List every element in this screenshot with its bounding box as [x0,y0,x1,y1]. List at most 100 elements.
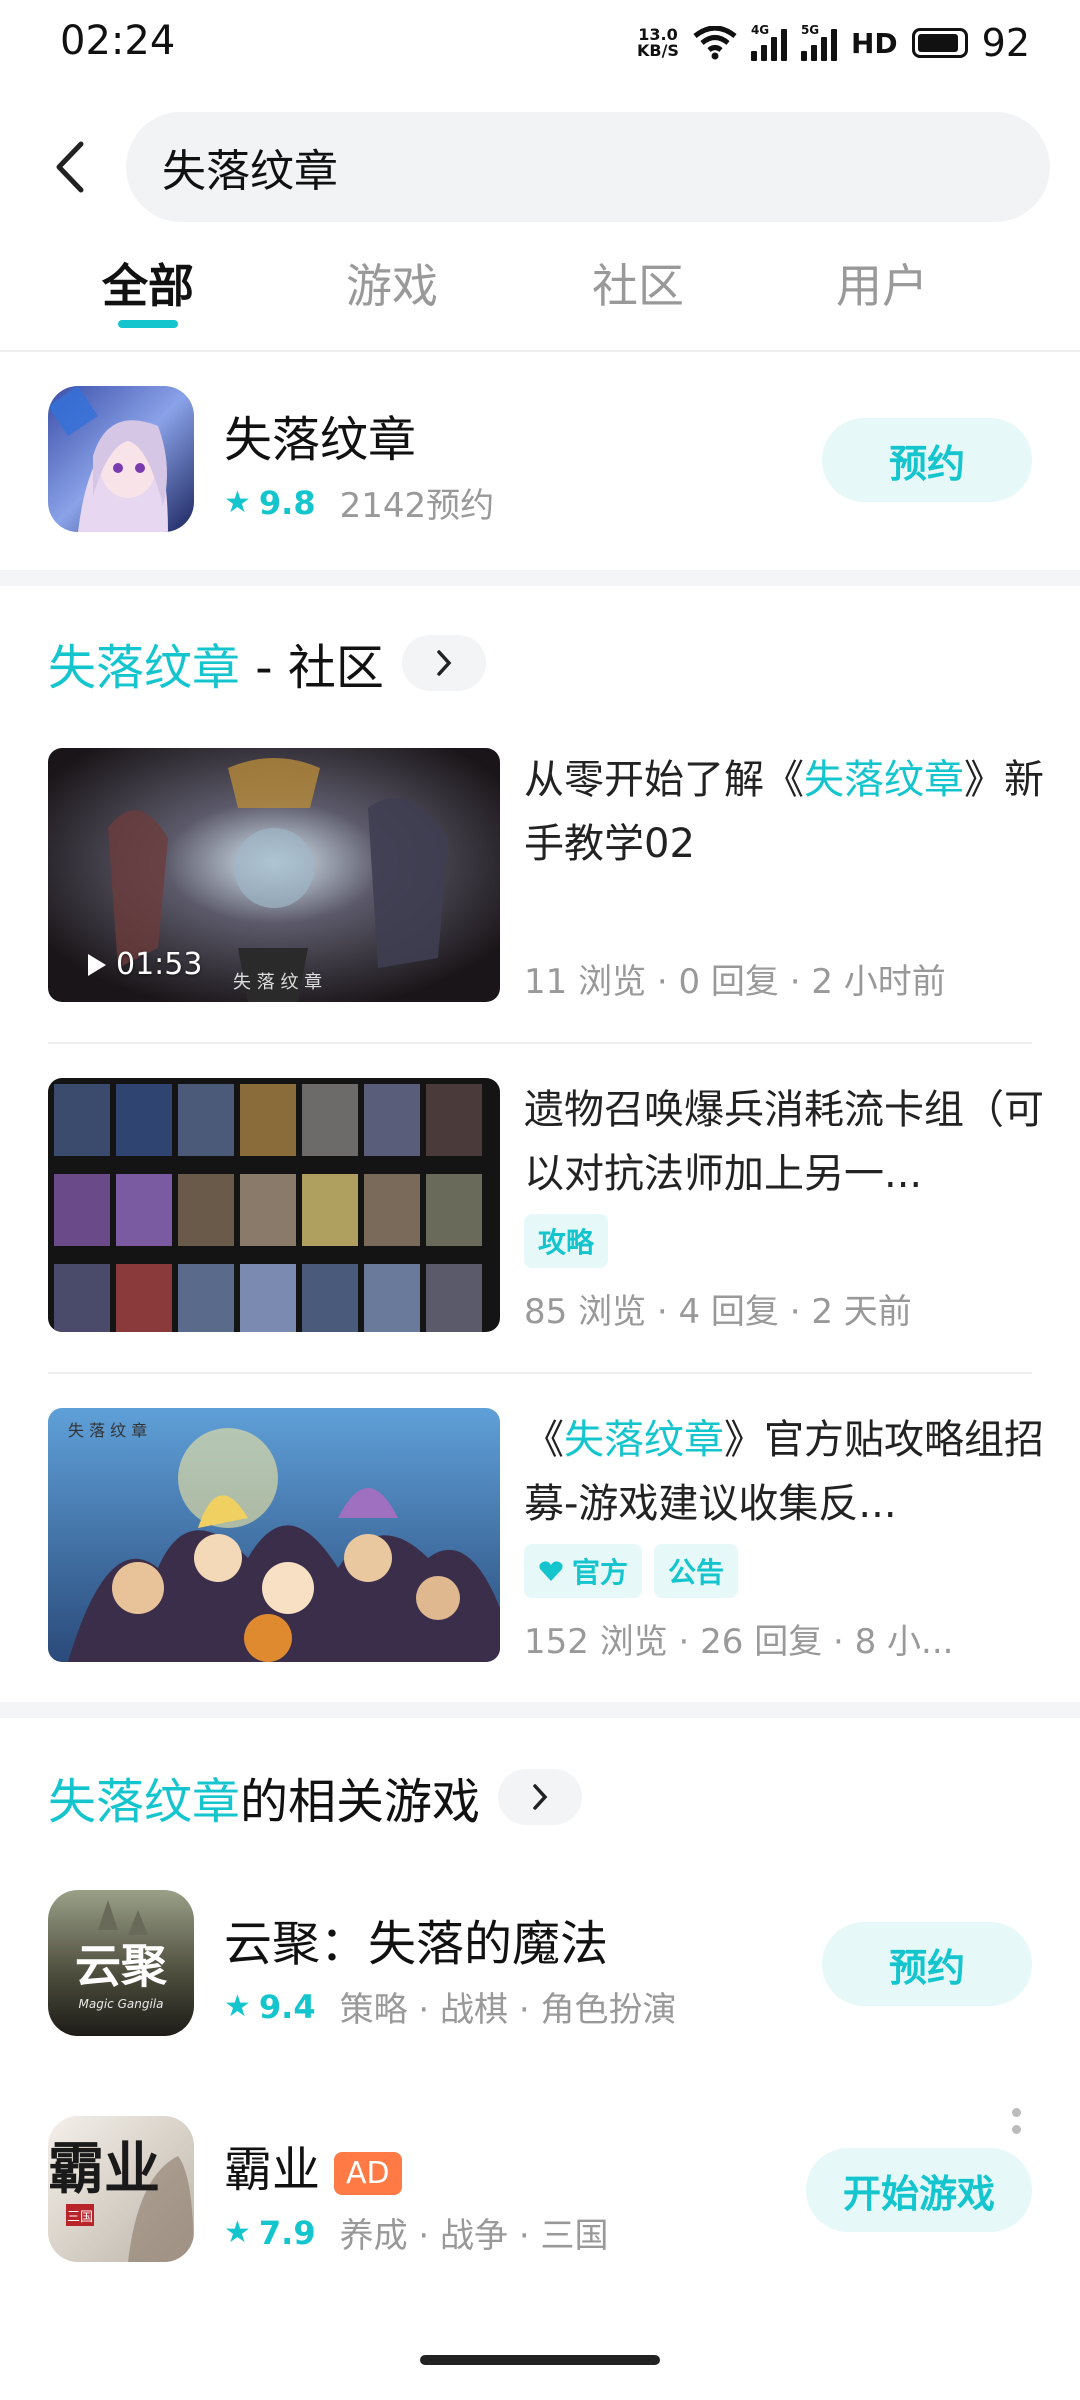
game-rating: 7.9 [258,2213,316,2252]
heart-icon [539,1561,563,1581]
tag-announcement: 公告 [654,1544,739,1598]
app-rating: 9.8 [258,483,316,522]
app-reservations: 2142预约 [339,486,495,526]
signal-icon-sim2: 5G [800,23,837,61]
related-more-button[interactable] [498,1769,583,1825]
star-icon: ★ [224,2215,251,2250]
related-section-title[interactable]: 失落纹章 的相关游戏 [48,1762,583,1832]
play-icon [88,953,106,976]
network-speed-unit: KB/S [636,41,679,60]
related-title-rest: 的相关游戏 [240,1774,481,1830]
tag-official: 官方 [524,1544,643,1598]
star-icon: ★ [224,485,251,520]
status-icons: 13.0 KB/S 4G 5G HD 92 [637,18,1030,68]
related-title-highlight: 失落纹章 [48,1774,241,1830]
reserve-button[interactable]: 预约 [822,1922,1032,2006]
ad-badge: AD [334,2151,402,2195]
tab-users[interactable]: 用户 [802,250,962,316]
game-genres: 策略 · 战棋 · 角色扮演 [339,1990,677,2030]
post-title[interactable]: 从零开始了解《失落纹章》新手教学02 [524,748,1074,876]
game-icon-text: 云聚 [75,1939,168,1993]
game-name: 霸业 AD [224,2130,402,2200]
post-thumbnail[interactable]: 失 落 纹 章 [48,1408,500,1662]
related-game-item[interactable]: 霸业 三国 霸业 AD ★ 7.9 养成 · 战争 · 三国 开始游戏 [48,2116,1032,2262]
status-time: 02:24 [60,18,176,64]
svg-text:失 落 纹 章: 失 落 纹 章 [68,1421,147,1440]
tab-all[interactable]: 全部 [68,250,228,316]
status-bar: 02:24 13.0 KB/S 4G 5G HD 92 [0,0,1080,90]
video-duration: 01:53 [86,947,202,982]
search-header: 失落纹章 [0,112,1080,222]
post-meta: 11 浏览 · 0 回复 · 2 小时前 [524,962,946,1002]
sim2-label: 5G [800,23,820,37]
tab-community[interactable]: 社区 [558,250,718,316]
community-title-rest: - 社区 [240,640,384,696]
search-query: 失落纹章 [162,146,338,197]
more-options-icon[interactable] [1012,2108,1022,2134]
app-meta: ★ 9.8 2142预约 [224,478,494,527]
post-thumbnail[interactable] [48,1078,500,1332]
game-rating: 9.4 [258,1987,316,2026]
tab-bar: 全部 游戏 社区 用户 [0,250,1080,340]
game-icon-subtext: 三国 [67,2210,93,2225]
post-title-highlight: 失落纹章 [804,757,964,803]
post-title[interactable]: 《失落纹章》官方贴攻略组招募-游戏建议收集反... [524,1408,1074,1536]
divider [48,1372,1032,1374]
star-icon: ★ [224,1989,251,2024]
game-name-text: 霸业 [224,2142,321,2198]
game-icon[interactable]: 云聚 Magic Gangila [48,1890,194,2036]
community-title-highlight: 失落纹章 [48,640,241,696]
chevron-left-icon [56,141,84,193]
game-meta: ★ 9.4 策略 · 战棋 · 角色扮演 [224,1982,676,2031]
back-button[interactable] [40,137,100,197]
game-meta: ★ 7.9 养成 · 战争 · 三国 [224,2208,608,2257]
game-name: 云聚：失落的魔法 [224,1916,609,1972]
app-icon[interactable] [48,386,194,532]
sim1-label: 4G [750,23,770,37]
search-input[interactable]: 失落纹章 [126,112,1050,222]
game-icon[interactable]: 霸业 三国 [48,2116,194,2262]
divider [48,1042,1032,1044]
post-title-highlight: 失落纹章 [564,1417,724,1463]
app-name: 失落纹章 [224,412,417,468]
post-title[interactable]: 遗物召唤爆兵消耗流卡组（可以对抗法师加上另一... [524,1078,1074,1206]
chevron-right-icon [437,650,452,676]
post-meta: 85 浏览 · 4 回复 · 2 天前 [524,1292,912,1332]
hd-icon: HD [850,26,898,60]
home-indicator[interactable] [420,2355,660,2365]
community-section-title[interactable]: 失落纹章 - 社区 [48,628,486,698]
duration-text: 01:53 [116,947,203,982]
post-title-part: 从零开始了解《 [524,757,804,803]
divider [0,350,1080,352]
game-genres: 养成 · 战争 · 三国 [339,2216,609,2256]
game-icon-text: 霸业 [48,2136,160,2202]
play-game-button[interactable]: 开始游戏 [806,2148,1032,2232]
post-title-part: 《 [524,1417,564,1463]
battery-level: 92 [981,21,1030,65]
post-tags: 攻略 [524,1214,609,1268]
top-app-card[interactable]: 失落纹章 ★ 9.8 2142预约 预约 [48,386,1032,532]
section-divider [0,1702,1080,1718]
tag-official-label: 官方 [572,1556,629,1589]
community-more-button[interactable] [401,635,486,691]
post-tags: 官方 公告 [524,1544,739,1598]
reserve-button[interactable]: 预约 [822,418,1032,502]
tag-guide: 攻略 [524,1214,609,1268]
battery-icon [911,28,968,58]
tab-indicator [118,320,178,328]
network-speed: 13.0 KB/S [637,27,679,59]
chevron-right-icon [533,1784,548,1810]
related-game-item[interactable]: 云聚 Magic Gangila 云聚：失落的魔法 ★ 9.4 策略 · 战棋 … [48,1890,1032,2036]
tab-games[interactable]: 游戏 [312,250,472,316]
signal-icon-sim1: 4G [750,23,787,61]
post-meta: 152 浏览 · 26 回复 · 8 小... [524,1622,954,1662]
community-post[interactable]: 遗物召唤爆兵消耗流卡组（可以对抗法师加上另一... 攻略 85 浏览 · 4 回… [48,1078,1044,1332]
game-icon-subtext: Magic Gangila [79,1997,164,2011]
community-post[interactable]: 失 落 纹 章 01:53 从零开始了解《失落纹章》新手教学02 11 浏览 ·… [48,748,1044,1002]
community-post[interactable]: 失 落 纹 章 《失落纹章》官方贴攻略组招募-游戏建议收集反... 官方 公告 … [48,1408,1044,1662]
post-title-part: 遗物召唤爆兵消耗流卡组（可以对抗法师加上另一... [524,1087,1044,1197]
svg-text:失 落 纹 章: 失 落 纹 章 [233,972,322,993]
post-thumbnail[interactable]: 失 落 纹 章 01:53 [48,748,500,1002]
wifi-icon [693,26,737,60]
section-divider [0,570,1080,586]
